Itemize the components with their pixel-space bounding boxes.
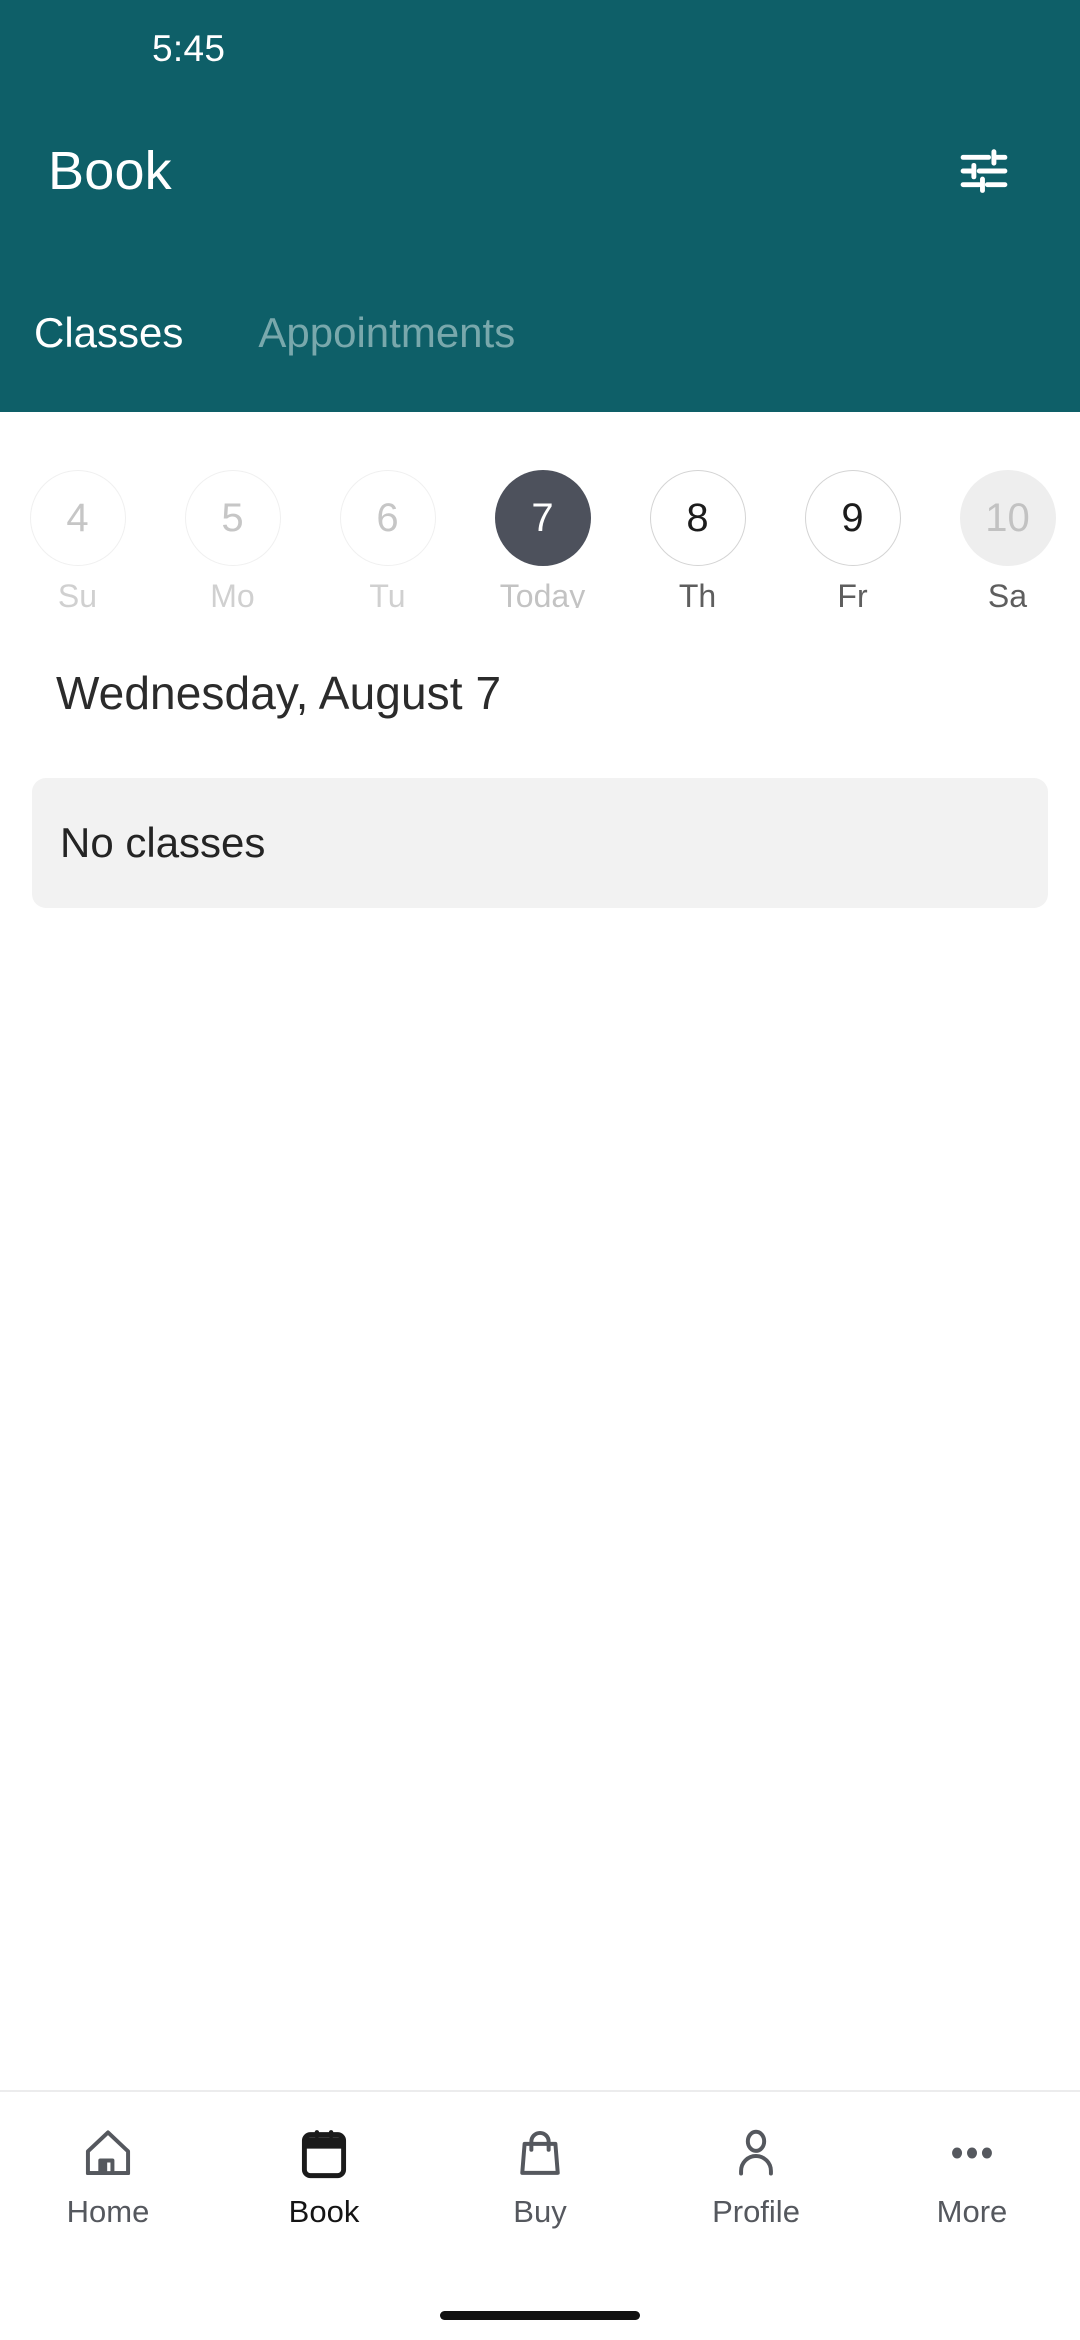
app-header: 5:45 Book Classes Appointments xyxy=(0,0,1080,412)
no-classes-card: No classes xyxy=(32,778,1048,908)
nav-item-more[interactable]: More xyxy=(864,2122,1080,2227)
bottom-navigation-bar: Home Book Buy Profile More xyxy=(0,2090,1080,2290)
app-root: 5:45 Book Classes Appointments 4 Su 5 Mo… xyxy=(0,0,1080,2340)
nav-item-home[interactable]: Home xyxy=(0,2122,216,2227)
date-weekday-label: Th xyxy=(678,578,717,608)
bag-icon xyxy=(512,2122,568,2184)
status-bar: 5:45 xyxy=(0,0,1080,96)
nav-label-more: More xyxy=(936,2194,1008,2229)
date-weekday-label: Tu xyxy=(369,578,406,608)
selected-day-heading: Wednesday, August 7 xyxy=(56,667,502,719)
date-weekday-label: Today xyxy=(499,578,586,608)
date-weekday-label: Sa xyxy=(987,578,1028,608)
main-content: Wednesday, August 7 No classes xyxy=(0,608,1080,2090)
nav-item-book[interactable]: Book xyxy=(216,2122,432,2227)
nav-label-profile: Profile xyxy=(712,2194,800,2229)
date-chip-9[interactable]: 9 Fr xyxy=(775,470,930,608)
date-chip-8[interactable]: 8 Th xyxy=(620,470,775,608)
home-indicator[interactable] xyxy=(440,2310,640,2320)
tab-bar: Classes Appointments xyxy=(0,246,1080,376)
date-chip-5[interactable]: 5 Mo xyxy=(155,470,310,608)
date-selector-strip[interactable]: 4 Su 5 Mo 6 Tu 7 Today 8 Th 9 Fr 10 Sa xyxy=(0,412,1080,608)
app-bar: Book xyxy=(0,96,1080,246)
date-number-circle: 4 xyxy=(29,470,126,566)
page-title: Book xyxy=(48,141,172,201)
nav-item-profile[interactable]: Profile xyxy=(648,2122,864,2227)
home-icon xyxy=(80,2122,136,2184)
status-bar-clock: 5:45 xyxy=(152,27,226,69)
dots-icon xyxy=(944,2122,1000,2184)
tab-classes[interactable]: Classes xyxy=(34,312,183,354)
nav-item-buy[interactable]: Buy xyxy=(432,2122,648,2227)
nav-label-home: Home xyxy=(66,2194,150,2229)
tune-icon xyxy=(960,149,1008,193)
nav-label-buy: Buy xyxy=(513,2194,567,2229)
date-weekday-label: Fr xyxy=(837,578,868,608)
date-number-circle: 10 xyxy=(959,470,1056,566)
date-chip-4[interactable]: 4 Su xyxy=(0,470,155,608)
no-classes-label: No classes xyxy=(60,819,266,866)
date-number-circle: 6 xyxy=(339,470,436,566)
date-weekday-label: Su xyxy=(57,578,98,608)
date-number-circle: 9 xyxy=(804,470,901,566)
date-number-circle: 7 xyxy=(494,470,591,566)
date-chip-10[interactable]: 10 Sa xyxy=(930,470,1080,608)
nav-label-book: Book xyxy=(288,2194,360,2229)
date-number-circle: 5 xyxy=(184,470,281,566)
date-weekday-label: Mo xyxy=(210,578,255,608)
tab-appointments[interactable]: Appointments xyxy=(258,312,515,354)
date-chip-6[interactable]: 6 Tu xyxy=(310,470,465,608)
date-number-circle: 8 xyxy=(649,470,746,566)
home-indicator-area xyxy=(0,2290,1080,2340)
person-icon xyxy=(728,2122,784,2184)
date-chip-7-today[interactable]: 7 Today xyxy=(465,470,620,608)
calendar-icon xyxy=(296,2122,352,2184)
filter-button[interactable] xyxy=(942,129,1026,213)
